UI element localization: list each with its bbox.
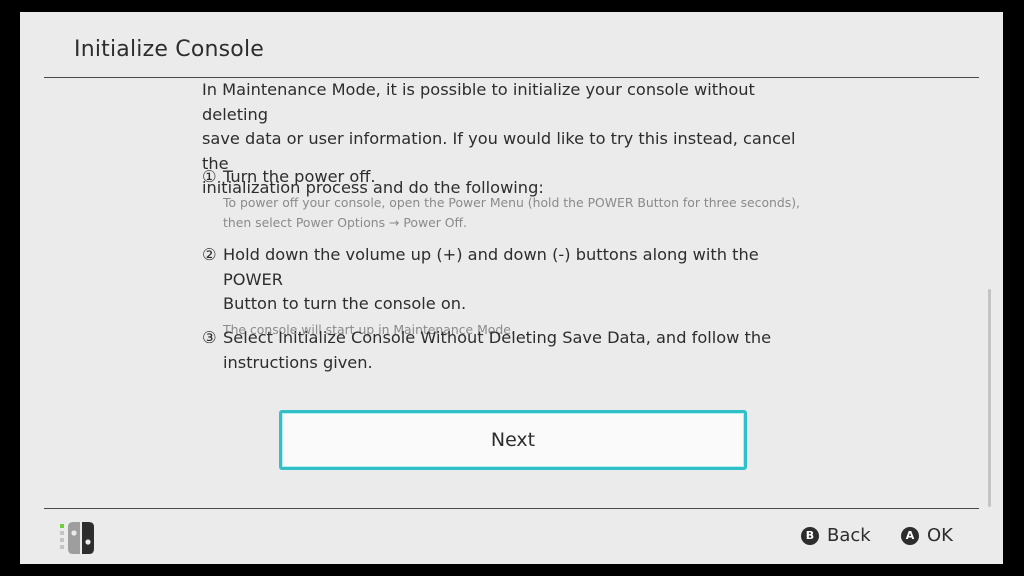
back-action[interactable]: B Back <box>801 525 871 546</box>
step-1: ① Turn the power off. To power off your … <box>202 165 822 233</box>
step-note-line: To power off your console, open the Powe… <box>223 194 800 210</box>
a-button-icon: A <box>901 526 919 545</box>
intro-line: In Maintenance Mode, it is possible to i… <box>202 80 755 124</box>
step-text: Hold down the volume up (+) and down (-)… <box>223 243 822 317</box>
step-number: ③ <box>202 328 217 347</box>
joy-con-icon <box>60 522 94 554</box>
step-note: To power off your console, open the Powe… <box>223 193 822 233</box>
step-note-line: then select Power Options → Power Off. <box>223 214 467 230</box>
b-button-icon: B <box>801 526 819 545</box>
screen: Initialize Console In Maintenance Mode, … <box>20 12 1003 564</box>
step-text-line: Hold down the volume up (+) and down (-)… <box>223 245 759 289</box>
step-text-line: Turn the power off. <box>223 167 376 186</box>
back-label: Back <box>827 525 871 546</box>
step-number: ② <box>202 245 217 264</box>
next-button[interactable]: Next <box>279 410 747 470</box>
step-text-line: Select Initialize Console Without Deleti… <box>223 328 772 347</box>
step-3: ③ Select Initialize Console Without Dele… <box>202 326 822 375</box>
step-text: Turn the power off. <box>223 165 822 190</box>
step-text-line: instructions given. <box>223 352 373 372</box>
content-body: In Maintenance Mode, it is possible to i… <box>202 78 822 372</box>
ok-action[interactable]: A OK <box>901 525 953 546</box>
scrollbar[interactable] <box>988 289 991 507</box>
step-number: ① <box>202 167 217 186</box>
ok-label: OK <box>927 525 953 546</box>
step-text: Select Initialize Console Without Deleti… <box>223 326 822 375</box>
step-text-line: Button to turn the console on. <box>223 294 467 313</box>
page-title: Initialize Console <box>74 37 264 62</box>
footer-divider <box>44 508 979 509</box>
